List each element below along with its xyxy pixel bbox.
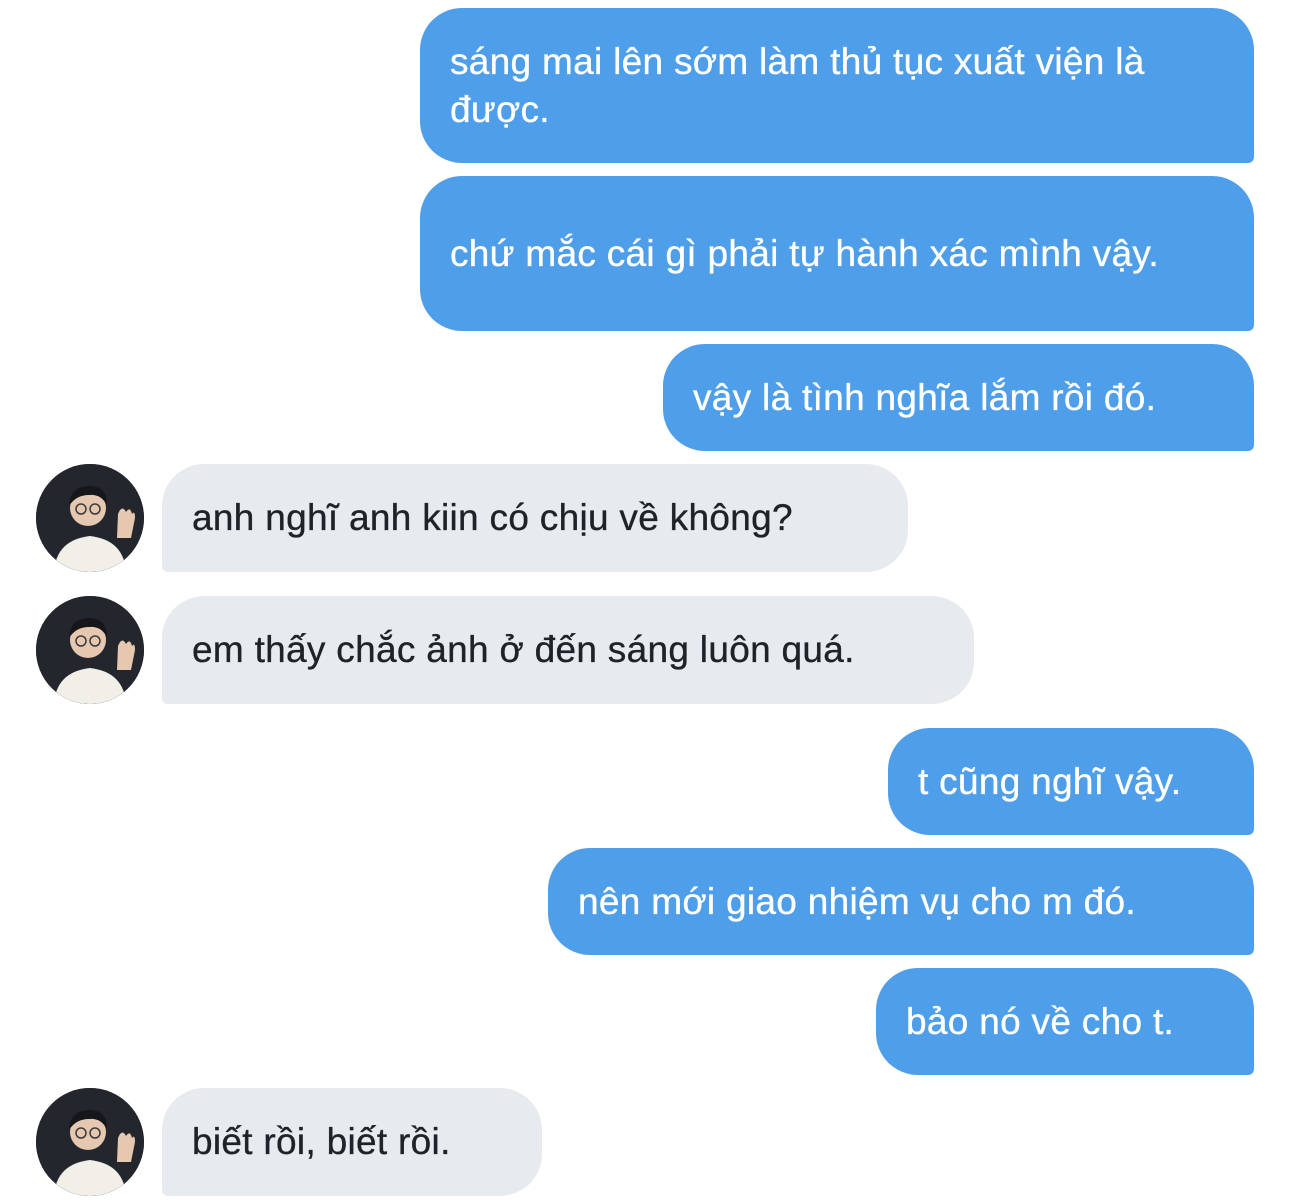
message-text: chứ mắc cái gì phải tự hành xác mình vậy… — [450, 232, 1159, 274]
avatar[interactable] — [36, 1088, 144, 1196]
outgoing-message[interactable]: t cũng nghĩ vậy. — [888, 728, 1254, 835]
message-text: anh nghĩ anh kiin có chịu về không? — [192, 497, 793, 538]
incoming-message[interactable]: anh nghĩ anh kiin có chịu về không? — [162, 464, 908, 572]
outgoing-message[interactable]: chứ mắc cái gì phải tự hành xác mình vậy… — [420, 176, 1254, 331]
outgoing-message[interactable]: nên mới giao nhiệm vụ cho m đó. — [548, 848, 1254, 955]
outgoing-message[interactable]: bảo nó về cho t. — [876, 968, 1254, 1075]
message-text: sáng mai lên sớm làm thủ tục xuất viện l… — [450, 40, 1145, 130]
avatar[interactable] — [36, 596, 144, 704]
avatar-photo-icon — [36, 596, 144, 704]
message-text: bảo nó về cho t. — [906, 1000, 1175, 1042]
outgoing-message[interactable]: vậy là tình nghĩa lắm rồi đó. — [663, 344, 1254, 451]
incoming-message[interactable]: biết rồi, biết rồi. — [162, 1088, 542, 1196]
incoming-message[interactable]: em thấy chắc ảnh ở đến sáng luôn quá. — [162, 596, 974, 704]
avatar[interactable] — [36, 464, 144, 572]
avatar-photo-icon — [36, 464, 144, 572]
message-text: nên mới giao nhiệm vụ cho m đó. — [578, 880, 1137, 922]
message-text: em thấy chắc ảnh ở đến sáng luôn quá. — [192, 629, 855, 670]
message-text: biết rồi, biết rồi. — [192, 1121, 451, 1162]
message-text: t cũng nghĩ vậy. — [918, 760, 1182, 802]
outgoing-message[interactable]: sáng mai lên sớm làm thủ tục xuất viện l… — [420, 8, 1254, 163]
message-text: vậy là tình nghĩa lắm rồi đó. — [693, 376, 1157, 418]
avatar-photo-icon — [36, 1088, 144, 1196]
